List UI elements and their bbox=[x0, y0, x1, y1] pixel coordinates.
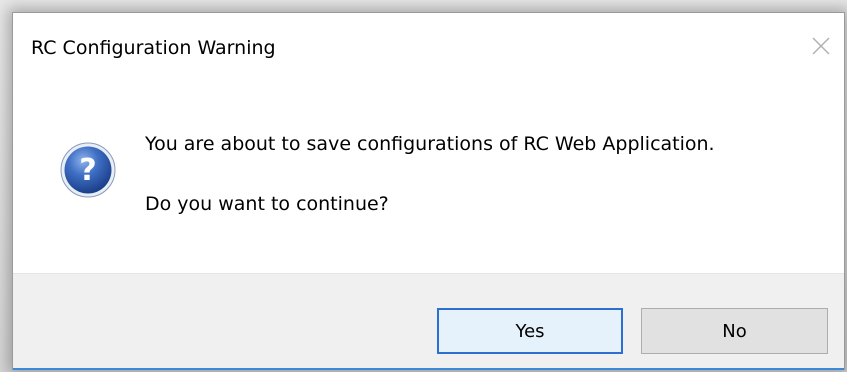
dialog-title: RC Configuration Warning bbox=[31, 37, 276, 59]
no-button[interactable]: No bbox=[641, 308, 828, 354]
dialog-question: Do you want to continue? bbox=[145, 193, 389, 215]
dialog-content: ? You are about to save configurations o… bbox=[13, 83, 844, 273]
svg-text:?: ? bbox=[79, 153, 96, 188]
message-dialog: RC Configuration Warning ? You are about… bbox=[12, 12, 845, 370]
dialog-button-bar: Yes No bbox=[13, 273, 844, 369]
dialog-titlebar: RC Configuration Warning bbox=[13, 13, 844, 83]
yes-button[interactable]: Yes bbox=[437, 308, 623, 354]
close-button[interactable] bbox=[798, 31, 844, 67]
dialog-message: You are about to save configurations of … bbox=[145, 133, 715, 155]
dialog-bottom-border bbox=[13, 368, 844, 370]
question-icon: ? bbox=[60, 142, 116, 198]
close-icon bbox=[812, 37, 830, 55]
